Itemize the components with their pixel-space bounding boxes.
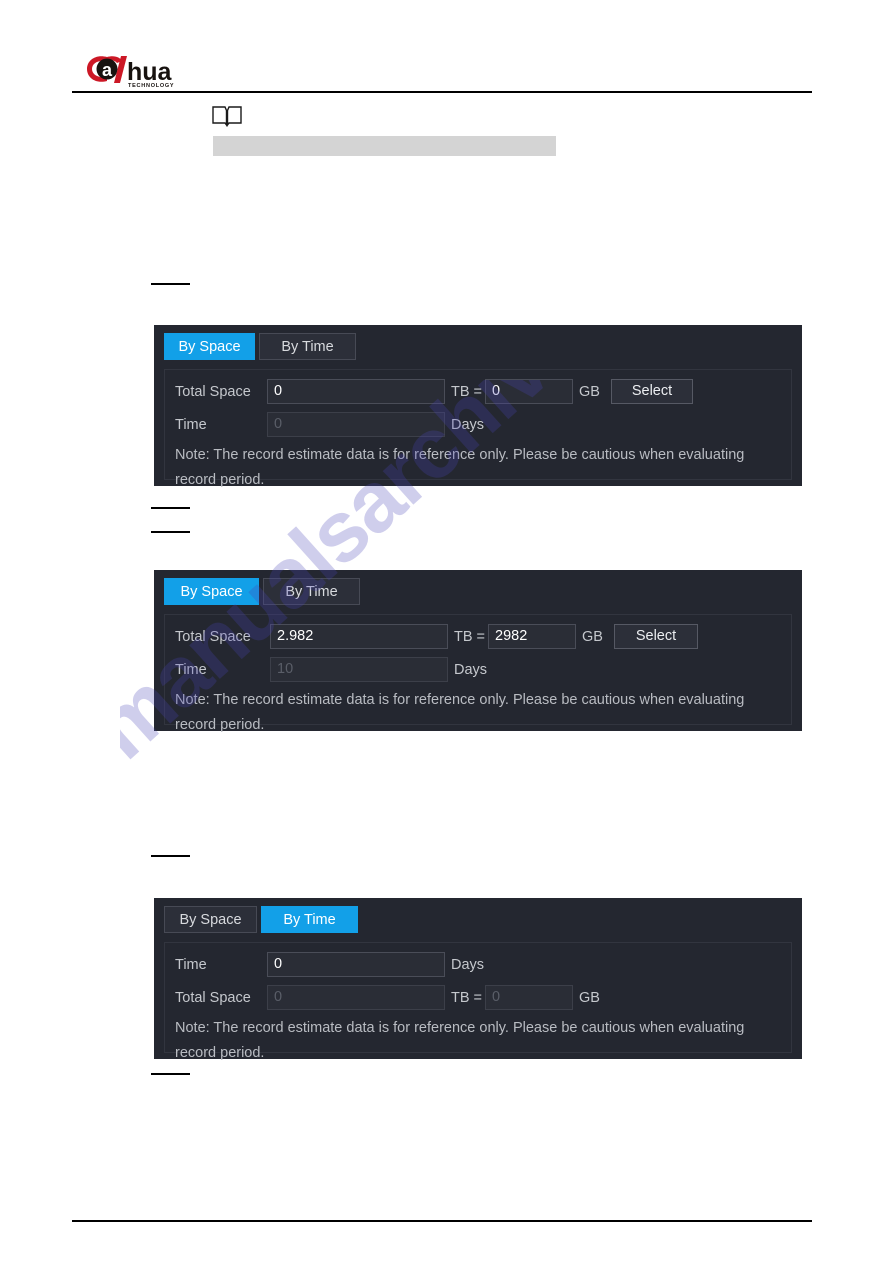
record-estimate-panel-by-space-empty: By Space By Time Total Space 0 TB = 0 GB… (154, 325, 802, 488)
tab-by-time[interactable]: By Time (263, 578, 360, 605)
time-label: Time (175, 956, 207, 973)
tb-equals-label: TB = (451, 383, 483, 400)
redacted-caption-rule-1 (151, 283, 190, 285)
svg-text:TECHNOLOGY: TECHNOLOGY (128, 83, 174, 88)
total-space-tb-input: 0 (267, 985, 445, 1010)
total-space-row: Total Space 0 TB = 0 GB (175, 985, 600, 1010)
svg-text:a: a (102, 60, 113, 80)
tab-bar: By Space By Time (164, 906, 358, 933)
total-space-gb-input[interactable]: 0 (485, 379, 573, 404)
redacted-caption-rule-4 (151, 855, 190, 857)
time-days-input[interactable]: 0 (267, 952, 445, 977)
total-space-gb-input: 0 (485, 985, 573, 1010)
total-space-label: Total Space (175, 383, 251, 400)
record-estimate-panel-by-time: By Space By Time Time 0 Days Total Space… (154, 898, 802, 1061)
dahua-logo: a hua TECHNOLOGY (85, 52, 190, 88)
footer-divider (72, 1220, 812, 1222)
total-space-tb-input[interactable]: 0 (267, 379, 445, 404)
total-space-tb-input[interactable]: 2.982 (270, 624, 448, 649)
redacted-note-text (213, 136, 556, 156)
tb-equals-label: TB = (451, 989, 483, 1006)
time-label: Time (175, 661, 207, 678)
estimate-note: Note: The record estimate data is for re… (175, 447, 745, 488)
days-label: Days (451, 956, 485, 973)
header-divider (72, 91, 812, 93)
panel-body: Total Space 2.982 TB = 2982 GB Select Ti… (164, 614, 792, 733)
book-icon (212, 104, 242, 128)
redacted-caption-rule-5 (151, 1073, 190, 1075)
estimate-note: Note: The record estimate data is for re… (175, 1020, 745, 1061)
days-label: Days (451, 416, 485, 433)
days-label: Days (454, 661, 488, 678)
select-button[interactable]: Select (611, 379, 693, 404)
redacted-caption-rule-2 (151, 507, 190, 509)
svg-text:hua: hua (127, 58, 173, 86)
tab-by-time[interactable]: By Time (259, 333, 356, 360)
time-days-input: 10 (270, 657, 448, 682)
gb-label: GB (582, 628, 603, 645)
gb-label: GB (579, 383, 600, 400)
tab-bar: By Space By Time (164, 333, 356, 360)
time-days-input: 0 (267, 412, 445, 437)
tab-by-space[interactable]: By Space (164, 578, 259, 605)
estimate-note: Note: The record estimate data is for re… (175, 692, 745, 733)
total-space-row: Total Space 2.982 TB = 2982 GB Select (175, 624, 698, 649)
tab-by-space[interactable]: By Space (164, 333, 255, 360)
time-row: Time 0 Days (175, 412, 484, 437)
record-estimate-panel-by-space-filled: By Space By Time Total Space 2.982 TB = … (154, 570, 802, 733)
tb-equals-label: TB = (454, 628, 486, 645)
tab-bar: By Space By Time (164, 578, 360, 605)
panel-body: Total Space 0 TB = 0 GB Select Time 0 Da… (164, 369, 792, 488)
total-space-label: Total Space (175, 628, 251, 645)
gb-label: GB (579, 989, 600, 1006)
time-label: Time (175, 416, 207, 433)
panel-body: Time 0 Days Total Space 0 TB = 0 GB Note… (164, 942, 792, 1061)
select-button[interactable]: Select (614, 624, 698, 649)
time-row: Time 10 Days (175, 657, 487, 682)
time-row: Time 0 Days (175, 952, 484, 977)
total-space-gb-input[interactable]: 2982 (488, 624, 576, 649)
total-space-label: Total Space (175, 989, 251, 1006)
tab-by-space[interactable]: By Space (164, 906, 257, 933)
total-space-row: Total Space 0 TB = 0 GB Select (175, 379, 693, 404)
tab-by-time[interactable]: By Time (261, 906, 358, 933)
redacted-caption-rule-3 (151, 531, 190, 533)
